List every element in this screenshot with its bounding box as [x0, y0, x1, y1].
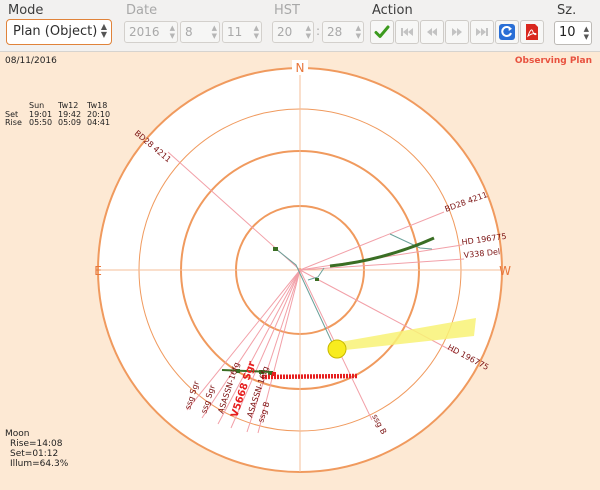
- time-colon: :: [316, 24, 321, 38]
- mode-select-value: Plan (Object): [13, 24, 98, 39]
- rewind-icon: [427, 28, 437, 36]
- spin-arrows-icon: ▲ ▼: [211, 24, 217, 40]
- month-value: 8: [185, 25, 193, 39]
- last-button[interactable]: [470, 20, 494, 44]
- day-value: 11: [227, 25, 243, 39]
- month-spin[interactable]: 8 ▲ ▼: [180, 21, 220, 43]
- moon-info: Moon Rise=14:08 Set=01:12 Illum=64.3%: [5, 429, 68, 469]
- track-point: [315, 278, 319, 281]
- track-point: [272, 372, 276, 376]
- mode-label: Mode: [8, 3, 44, 18]
- spin-arrows-icon: ▲ ▼: [169, 24, 175, 40]
- toolbar: Mode Plan (Object) ▲ ▼ Date 2016 ▲ ▼ 8 ▲ ▼ …: [0, 0, 600, 52]
- moon-heading: Moon: [5, 429, 30, 439]
- refresh-button[interactable]: [495, 20, 519, 44]
- size-value: 10: [559, 25, 576, 40]
- west-label: W: [499, 264, 511, 278]
- pdf-button[interactable]: [520, 20, 544, 44]
- check-icon: [374, 25, 390, 38]
- east-label: E: [94, 264, 102, 278]
- forward-button[interactable]: [445, 20, 469, 44]
- apply-button[interactable]: [370, 20, 394, 44]
- moon-illum: Illum=64.3%: [10, 459, 69, 469]
- twilight-table: Sun Tw12 Tw18 Set 19:01 19:42 20:10 Rise 05:50…: [5, 101, 116, 128]
- action-label: Action: [372, 3, 413, 18]
- refresh-icon: [499, 24, 515, 40]
- hst-label: HST: [274, 3, 300, 18]
- back-button[interactable]: [420, 20, 444, 44]
- north-label: N: [296, 61, 305, 75]
- skip-forward-icon: [476, 28, 488, 36]
- plot-date: 08/11/2016: [5, 56, 57, 66]
- minute-value: 28: [327, 25, 343, 39]
- date-label: Date: [126, 3, 158, 18]
- hour-spin[interactable]: 20 ▲ ▼: [272, 21, 314, 43]
- hour-value: 20: [277, 25, 293, 39]
- spin-arrows-icon: ▲ ▼: [583, 25, 589, 41]
- spin-arrows-icon: ▲ ▼: [355, 24, 361, 40]
- moon-icon: [327, 339, 347, 359]
- time-cell: 05:50: [29, 118, 53, 127]
- fast-forward-icon: [452, 28, 462, 36]
- size-label: Sz.: [557, 3, 577, 18]
- moon-set: Set=01:12: [10, 449, 59, 459]
- plot-title: Observing Plan: [514, 56, 592, 66]
- size-spin[interactable]: 10 ▲ ▼: [554, 21, 592, 45]
- time-cell: 05:09: [58, 118, 82, 127]
- mode-select[interactable]: Plan (Object) ▲ ▼: [6, 19, 112, 45]
- track-point: [273, 247, 278, 251]
- first-button[interactable]: [395, 20, 419, 44]
- spin-arrows-icon: ▲ ▼: [253, 24, 259, 40]
- pdf-icon: [526, 24, 538, 40]
- skip-back-icon: [401, 28, 413, 36]
- sky-plot: BD28 4211 BD28 4211 HD 196775 V338 Del H…: [0, 52, 600, 490]
- minute-spin[interactable]: 28 ▲ ▼: [322, 21, 364, 43]
- time-cell: 04:41: [87, 118, 111, 127]
- year-value: 2016: [129, 25, 160, 39]
- spin-arrows-icon: ▲ ▼: [305, 24, 311, 40]
- twilight-rise-row: Rise 05:50 05:09 04:41: [5, 118, 116, 128]
- row-label: Rise: [5, 118, 22, 127]
- moon-rise: Rise=14:08: [10, 439, 63, 449]
- select-arrows-icon: ▲ ▼: [100, 22, 107, 39]
- year-spin[interactable]: 2016 ▲ ▼: [124, 21, 178, 43]
- day-spin[interactable]: 11 ▲ ▼: [222, 21, 262, 43]
